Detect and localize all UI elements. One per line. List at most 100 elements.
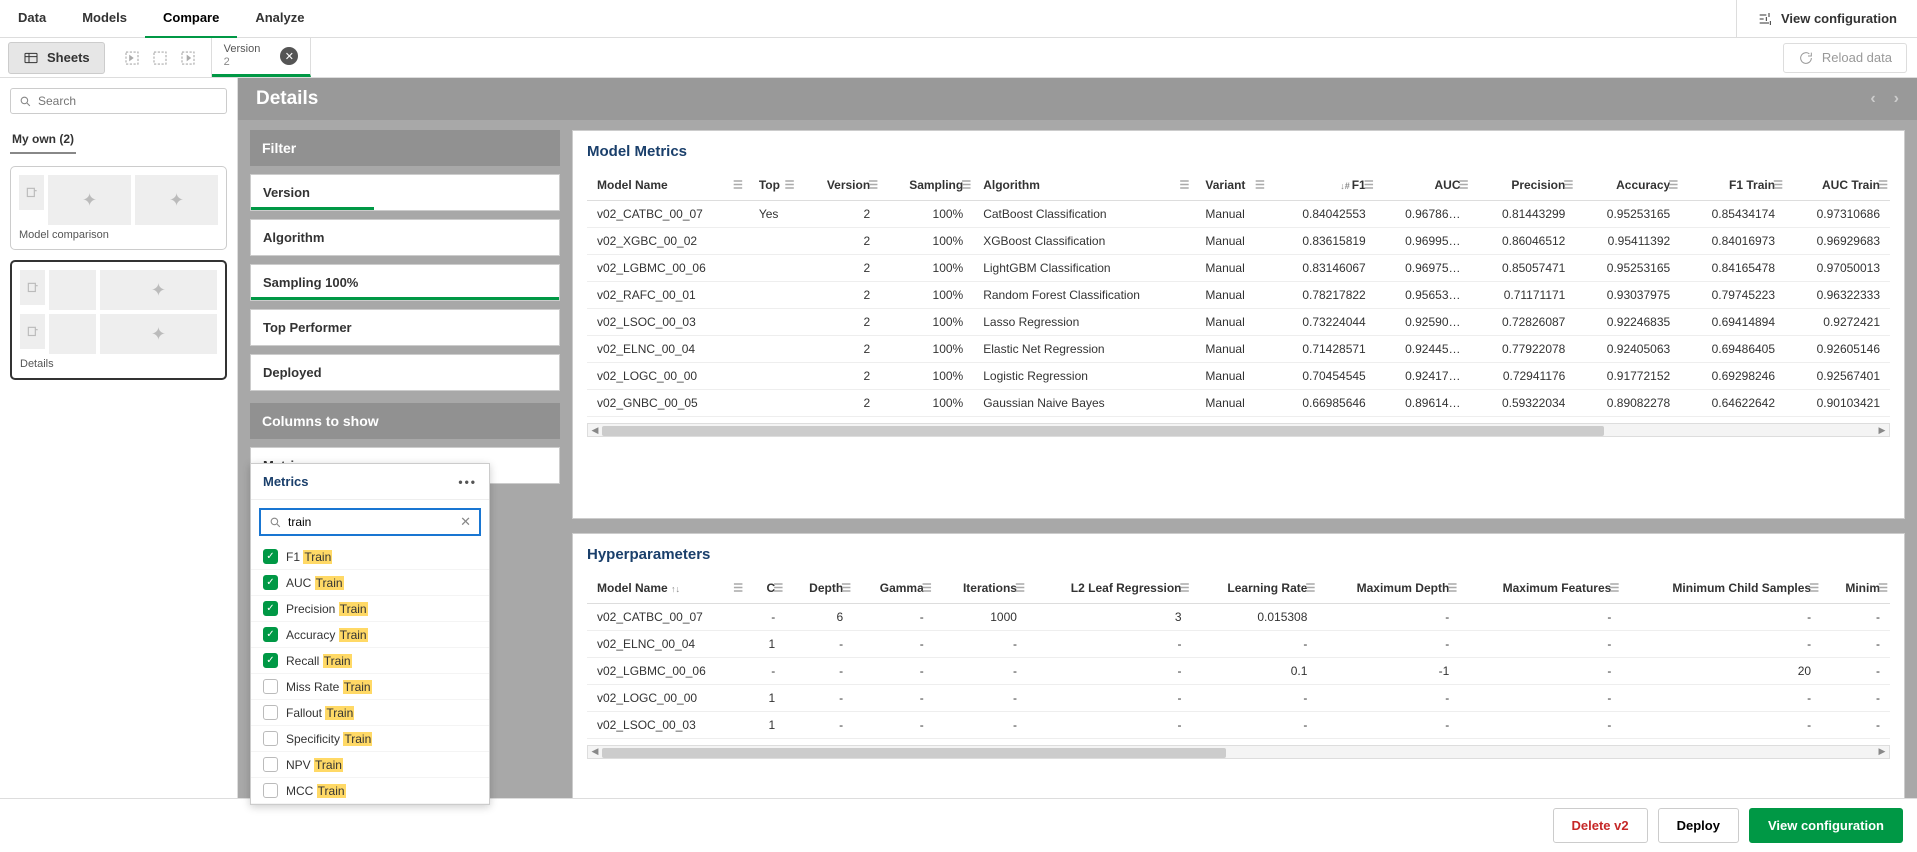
selection-forward-icon[interactable] bbox=[179, 49, 197, 67]
metric-option[interactable]: MCC Train bbox=[251, 778, 489, 804]
table-row[interactable]: v02_ELNC_00_042100%Elastic Net Regressio… bbox=[587, 336, 1890, 363]
metrics-list[interactable]: ✓F1 Train✓AUC Train✓Precision Train✓Accu… bbox=[251, 544, 489, 804]
filter-algorithm[interactable]: Algorithm bbox=[250, 219, 560, 256]
column-menu-icon[interactable]: ☰ bbox=[961, 179, 971, 192]
table-row[interactable]: v02_LOGC_00_001--------- bbox=[587, 684, 1890, 711]
column-header[interactable]: Maximum Features☰ bbox=[1459, 573, 1621, 604]
column-menu-icon[interactable]: ☰ bbox=[1015, 581, 1025, 594]
column-header[interactable]: Version☰ bbox=[801, 170, 881, 201]
checkbox-icon[interactable]: ✓ bbox=[263, 575, 278, 590]
column-header[interactable]: C☰ bbox=[749, 573, 785, 604]
column-header[interactable]: Depth☰ bbox=[785, 573, 853, 604]
table-row[interactable]: v02_LGBMC_00_06-----0.1-1-20- bbox=[587, 657, 1890, 684]
column-header[interactable]: Iterations☰ bbox=[934, 573, 1027, 604]
column-header[interactable]: Precision☰ bbox=[1471, 170, 1576, 201]
column-menu-icon[interactable]: ☰ bbox=[868, 179, 878, 192]
table-row[interactable]: v02_LSOC_00_032100%Lasso RegressionManua… bbox=[587, 309, 1890, 336]
selection-back-icon[interactable] bbox=[123, 49, 141, 67]
column-menu-icon[interactable]: ☰ bbox=[785, 179, 795, 192]
column-menu-icon[interactable]: ☰ bbox=[1255, 179, 1265, 192]
column-menu-icon[interactable]: ☰ bbox=[773, 581, 783, 594]
filter-sampling[interactable]: Sampling 100% bbox=[250, 264, 560, 301]
filter-top-performer[interactable]: Top Performer bbox=[250, 309, 560, 346]
column-header[interactable]: Top☰ bbox=[749, 170, 801, 201]
table-row[interactable]: v02_CATBC_00_07-6-100030.015308---- bbox=[587, 603, 1890, 630]
column-menu-icon[interactable]: ☰ bbox=[1878, 581, 1888, 594]
checkbox-icon[interactable] bbox=[263, 731, 278, 746]
table-row[interactable]: v02_GNBC_00_052100%Gaussian Naive BayesM… bbox=[587, 390, 1890, 417]
clear-search-icon[interactable]: ✕ bbox=[460, 514, 471, 530]
nav-analyze[interactable]: Analyze bbox=[237, 0, 322, 38]
metric-option[interactable]: Fallout Train bbox=[251, 700, 489, 726]
column-menu-icon[interactable]: ☰ bbox=[1773, 179, 1783, 192]
metric-option[interactable]: ✓F1 Train bbox=[251, 544, 489, 570]
table-row[interactable]: v02_CATBC_00_07Yes2100%CatBoost Classifi… bbox=[587, 201, 1890, 228]
metric-option[interactable]: ✓Accuracy Train bbox=[251, 622, 489, 648]
column-menu-icon[interactable]: ☰ bbox=[1180, 179, 1190, 192]
metric-option[interactable]: NPV Train bbox=[251, 752, 489, 778]
column-header[interactable]: Sampling☰ bbox=[880, 170, 973, 201]
column-header[interactable]: ↓#F1☰ bbox=[1271, 170, 1376, 201]
metric-option[interactable]: ✓AUC Train bbox=[251, 570, 489, 596]
column-menu-icon[interactable]: ☰ bbox=[841, 581, 851, 594]
checkbox-icon[interactable] bbox=[263, 679, 278, 694]
sidebar-search-input[interactable] bbox=[38, 94, 218, 108]
metrics-search[interactable]: ✕ bbox=[259, 508, 481, 536]
column-header[interactable]: L2 Leaf Regression☰ bbox=[1027, 573, 1192, 604]
selection-clear-icon[interactable] bbox=[151, 49, 169, 67]
checkbox-icon[interactable]: ✓ bbox=[263, 653, 278, 668]
metric-option[interactable]: ✓Precision Train bbox=[251, 596, 489, 622]
deploy-button[interactable]: Deploy bbox=[1658, 808, 1739, 843]
filter-deployed[interactable]: Deployed bbox=[250, 354, 560, 391]
metric-option[interactable]: ✓Recall Train bbox=[251, 648, 489, 674]
prev-sheet-icon[interactable]: ‹ bbox=[1870, 90, 1875, 108]
column-menu-icon[interactable]: ☰ bbox=[1668, 179, 1678, 192]
checkbox-icon[interactable]: ✓ bbox=[263, 601, 278, 616]
more-options-icon[interactable]: ••• bbox=[458, 475, 477, 489]
checkbox-icon[interactable]: ✓ bbox=[263, 549, 278, 564]
nav-data[interactable]: Data bbox=[0, 0, 64, 38]
table-row[interactable]: v02_ELNC_00_041--------- bbox=[587, 630, 1890, 657]
column-menu-icon[interactable]: ☰ bbox=[1563, 179, 1573, 192]
column-header[interactable]: Minimum Child Samples☰ bbox=[1621, 573, 1821, 604]
column-menu-icon[interactable]: ☰ bbox=[1809, 581, 1819, 594]
hyperparameters-table[interactable]: Model Name ↑↓☰C☰Depth☰Gamma☰Iterations☰L… bbox=[587, 573, 1890, 739]
hp-hscrollbar[interactable]: ◀ ▶ bbox=[587, 745, 1890, 759]
nav-models[interactable]: Models bbox=[64, 0, 145, 38]
view-configuration-button-footer[interactable]: View configuration bbox=[1749, 808, 1903, 843]
column-header[interactable]: F1 Train☰ bbox=[1680, 170, 1785, 201]
metrics-hscrollbar[interactable]: ◀ ▶ bbox=[587, 423, 1890, 437]
column-menu-icon[interactable]: ☰ bbox=[1459, 179, 1469, 192]
column-header[interactable]: Variant☰ bbox=[1195, 170, 1270, 201]
column-menu-icon[interactable]: ☰ bbox=[1878, 179, 1888, 192]
column-header[interactable]: Minim☰ bbox=[1821, 573, 1890, 604]
version-tab[interactable]: Version 2 ✕ bbox=[212, 38, 312, 77]
column-header[interactable]: Gamma☰ bbox=[853, 573, 934, 604]
filter-version[interactable]: Version bbox=[250, 174, 560, 211]
column-header[interactable]: Learning Rate☰ bbox=[1192, 573, 1318, 604]
view-configuration-button[interactable]: View configuration bbox=[1736, 0, 1917, 37]
checkbox-icon[interactable] bbox=[263, 705, 278, 720]
my-own-section[interactable]: My own (2) bbox=[10, 126, 76, 154]
table-row[interactable]: v02_RAFC_00_012100%Random Forest Classif… bbox=[587, 282, 1890, 309]
column-menu-icon[interactable]: ☰ bbox=[1306, 581, 1316, 594]
metric-option[interactable]: Specificity Train bbox=[251, 726, 489, 752]
checkbox-icon[interactable] bbox=[263, 783, 278, 798]
nav-compare[interactable]: Compare bbox=[145, 0, 237, 38]
table-row[interactable]: v02_XGBC_00_022100%XGBoost Classificatio… bbox=[587, 228, 1890, 255]
model-metrics-table[interactable]: Model Name☰Top☰Version☰Sampling☰Algorith… bbox=[587, 170, 1890, 417]
column-header[interactable]: Model Name ↑↓☰ bbox=[587, 573, 749, 604]
sheets-button[interactable]: Sheets bbox=[8, 42, 105, 74]
column-menu-icon[interactable]: ☰ bbox=[1447, 581, 1457, 594]
reload-data-button[interactable]: Reload data bbox=[1783, 43, 1907, 73]
metrics-search-input[interactable] bbox=[288, 515, 460, 529]
column-header[interactable]: AUC Train☰ bbox=[1785, 170, 1890, 201]
column-header[interactable]: Model Name☰ bbox=[587, 170, 749, 201]
column-header[interactable]: Algorithm☰ bbox=[973, 170, 1195, 201]
column-header[interactable]: AUC☰ bbox=[1376, 170, 1471, 201]
table-row[interactable]: v02_LSOC_00_031--------- bbox=[587, 711, 1890, 738]
column-menu-icon[interactable]: ☰ bbox=[922, 581, 932, 594]
column-menu-icon[interactable]: ☰ bbox=[1364, 179, 1374, 192]
column-header[interactable]: Accuracy☰ bbox=[1575, 170, 1680, 201]
sheet-thumb-model-comparison[interactable]: ✦ ✦ Model comparison bbox=[10, 166, 227, 250]
